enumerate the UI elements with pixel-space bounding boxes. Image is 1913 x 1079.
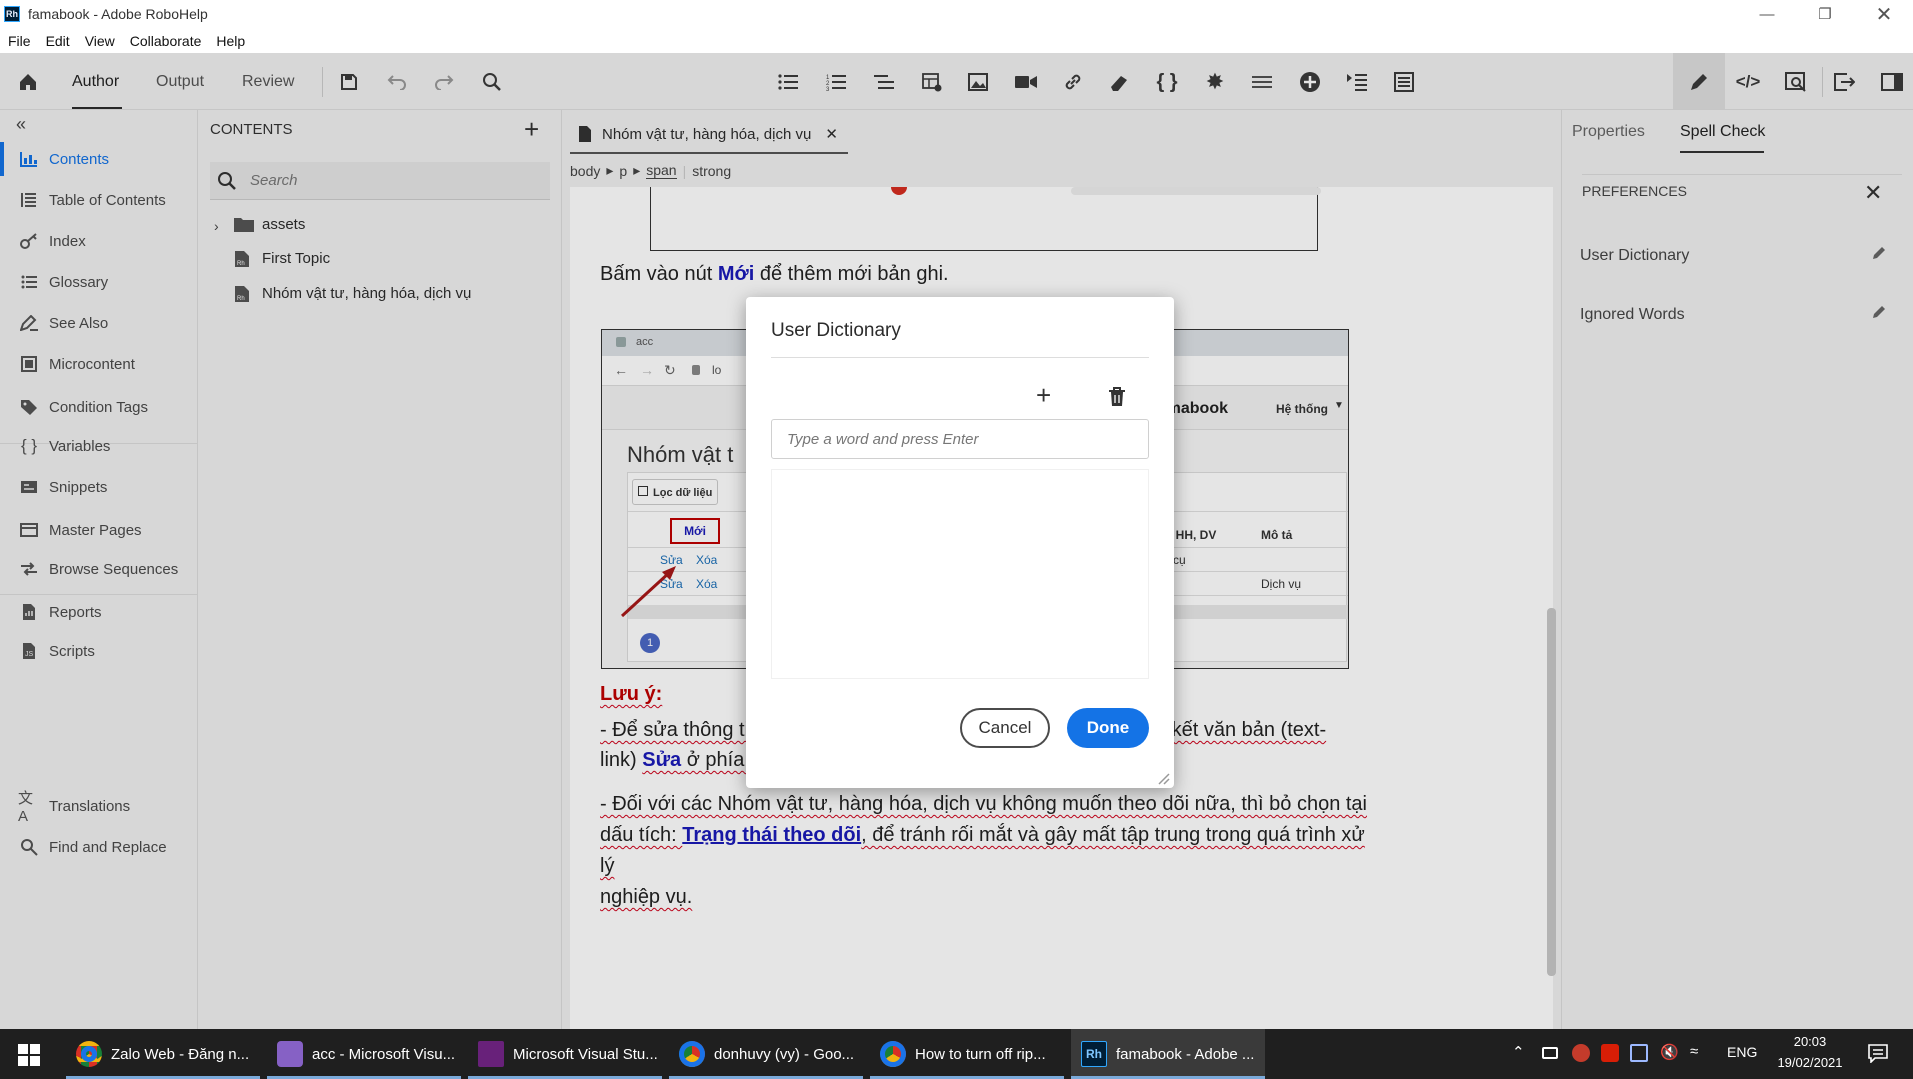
clock-time[interactable]: 20:03 [1767, 1034, 1853, 1049]
taskbar-item-chrome-donhuvy[interactable]: donhuvy (vy) - Goo... [669, 1029, 863, 1079]
dialog-title-divider [771, 357, 1149, 358]
chrome-icon [880, 1041, 906, 1067]
done-button[interactable]: Done [1067, 708, 1149, 748]
taskbar-item-visual-studio-acc[interactable]: acc - Microsoft Visu... [267, 1029, 461, 1079]
language-indicator[interactable]: ENG [1727, 1044, 1757, 1060]
restore-button[interactable]: ❐ [1796, 0, 1854, 28]
add-word-icon[interactable]: + [1036, 382, 1051, 408]
word-input-placeholder: Type a word and press Enter [787, 431, 979, 448]
chrome-icon [76, 1041, 102, 1067]
word-input[interactable]: Type a word and press Enter [771, 419, 1149, 459]
wifi-icon[interactable]: ≈ [1690, 1043, 1698, 1060]
robohelp-icon: Rh [1081, 1041, 1107, 1067]
delete-trash-icon[interactable] [1108, 387, 1126, 407]
windows-start-icon[interactable] [18, 1044, 40, 1066]
resize-grip-icon[interactable] [1158, 773, 1170, 785]
close-window-button[interactable]: ✕ [1855, 0, 1913, 28]
robohelp-app-icon: Rh [4, 6, 20, 22]
clock-date[interactable]: 19/02/2021 [1767, 1055, 1853, 1070]
menu-bar: File Edit View Collaborate Help [0, 28, 1913, 53]
battery-icon[interactable] [1542, 1047, 1558, 1059]
menu-edit[interactable]: Edit [46, 33, 70, 49]
minimize-button[interactable]: — [1738, 0, 1796, 28]
menu-view[interactable]: View [85, 33, 115, 49]
title-bar: Rh famabook - Adobe RoboHelp — ❐ ✕ [0, 0, 1913, 28]
windows-taskbar: Zalo Web - Đăng n... acc - Microsoft Vis… [0, 1029, 1913, 1079]
taskbar-item-chrome-how-to[interactable]: How to turn off rip... [870, 1029, 1064, 1079]
menu-file[interactable]: File [8, 33, 31, 49]
visual-studio-icon [277, 1041, 303, 1067]
taskbar-item-visual-studio[interactable]: Microsoft Visual Stu... [468, 1029, 662, 1079]
tray-document-icon[interactable] [1630, 1044, 1648, 1062]
dialog-title: User Dictionary [771, 320, 901, 341]
speaker-muted-icon[interactable]: 🔇 [1660, 1043, 1679, 1061]
taskbar-item-zalo[interactable]: Zalo Web - Đăng n... [66, 1029, 260, 1079]
user-dictionary-dialog: User Dictionary + Type a word and press … [746, 297, 1174, 788]
chrome-icon [679, 1041, 705, 1067]
word-list[interactable] [771, 469, 1149, 679]
acrobat-icon[interactable] [1601, 1044, 1619, 1062]
taskbar-item-robohelp[interactable]: Rh famabook - Adobe ... [1071, 1029, 1265, 1079]
tray-chevron-icon[interactable]: ⌃ [1512, 1043, 1525, 1061]
menu-help[interactable]: Help [216, 33, 245, 49]
tray-app-icon[interactable] [1572, 1044, 1590, 1062]
window-title: famabook - Adobe RoboHelp [28, 6, 208, 22]
terminal-icon [478, 1041, 504, 1067]
menu-collaborate[interactable]: Collaborate [130, 33, 202, 49]
cancel-button[interactable]: Cancel [960, 708, 1050, 748]
notifications-icon[interactable] [1868, 1043, 1888, 1063]
